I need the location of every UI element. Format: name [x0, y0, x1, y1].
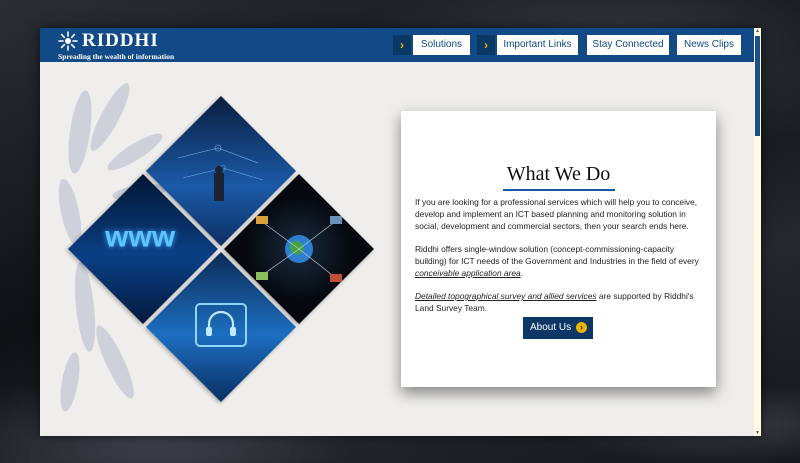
card-paragraph-1: If you are looking for a professional se…	[415, 197, 698, 231]
paragraph-2-text: Riddhi offers single-window solution (co…	[415, 244, 699, 266]
what-we-do-card: What We Do If you are looking for a prof…	[401, 111, 716, 387]
card-paragraph-3: Detailed topographical survey and allied…	[415, 291, 707, 315]
card-paragraph-2: Riddhi offers single-window solution (co…	[415, 244, 707, 279]
brand-tagline: Spreading the wealth of information	[58, 52, 175, 61]
scrollbar-thumb[interactable]	[755, 36, 760, 136]
scroll-up-icon[interactable]: ▲	[754, 28, 761, 34]
conceivable-application-area-link[interactable]: conceivable application area	[415, 268, 521, 278]
paragraph-2-tail: .	[520, 267, 524, 278]
browser-viewport: RIDDHI Spreading the wealth of informati…	[40, 28, 761, 436]
title-underline	[503, 189, 615, 191]
nav-news-clips-button[interactable]: News Clips	[677, 35, 741, 55]
card-title: What We Do	[506, 163, 611, 185]
arrow-circle-right-icon: ›	[576, 322, 587, 333]
about-us-button[interactable]: About Us ›	[523, 317, 593, 339]
nav-stay-connected-button[interactable]: Stay Connected	[587, 35, 669, 55]
topographical-survey-link[interactable]: Detailed topographical survey and allied…	[415, 291, 597, 301]
www-graphic: www	[105, 220, 176, 254]
globe-illustration	[256, 216, 342, 282]
headphones-illustration	[195, 303, 247, 347]
network-illustration	[177, 144, 264, 201]
scroll-down-icon[interactable]: ▼	[754, 430, 761, 436]
nav-solutions-button[interactable]: Solutions	[413, 35, 470, 55]
site-header: RIDDHI Spreading the wealth of informati…	[40, 28, 754, 62]
about-us-label: About Us	[530, 322, 572, 333]
service-image-collage: www	[66, 94, 376, 404]
chevron-right-icon: ›	[477, 35, 495, 55]
riddhi-logo-icon	[58, 31, 78, 51]
nav-important-links-button[interactable]: Important Links	[497, 35, 578, 55]
vertical-scrollbar[interactable]: ▲ ▼	[754, 28, 761, 436]
brand-name: RIDDHI	[82, 30, 159, 51]
chevron-right-icon: ›	[393, 35, 411, 55]
